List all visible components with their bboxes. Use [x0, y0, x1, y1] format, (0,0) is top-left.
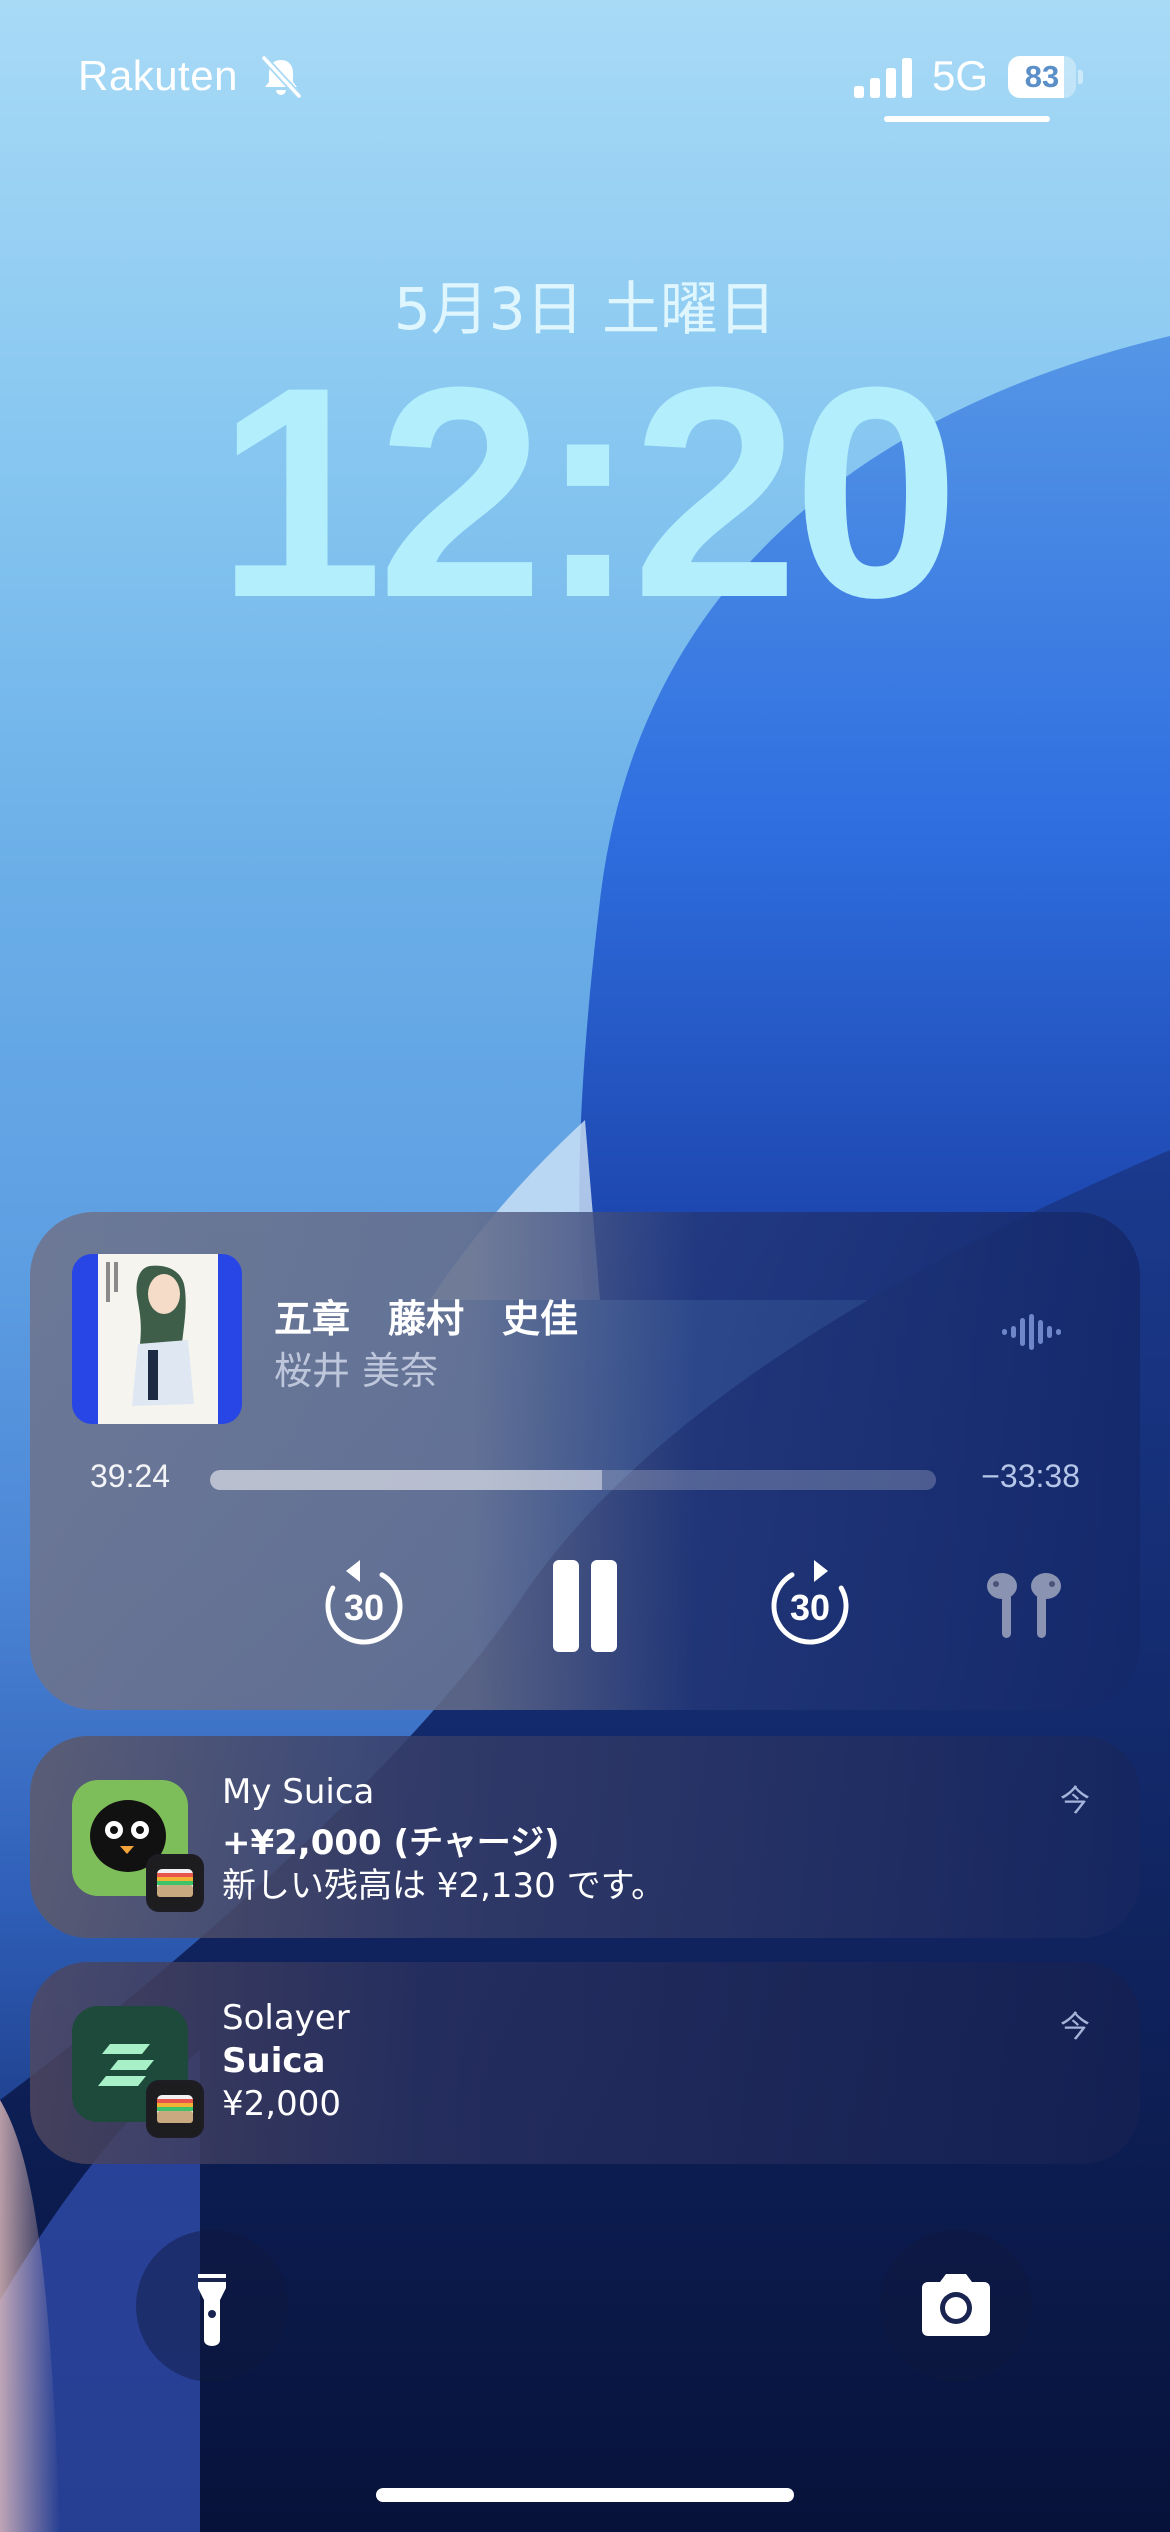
wallet-icon [146, 1854, 204, 1912]
notification-subtitle: Suica [222, 2041, 326, 2081]
wallet-icon [146, 2080, 204, 2138]
battery-nub [1078, 70, 1083, 84]
notification-body: ¥2,000 [222, 2084, 341, 2124]
battery-body: 83 [1008, 56, 1076, 98]
signal-icon [854, 58, 912, 98]
suica-app-icon [72, 1780, 204, 1912]
notification-title: My Suica [222, 1772, 375, 1812]
elapsed-time: 39:24 [90, 1458, 171, 1494]
home-indicator[interactable] [376, 2488, 794, 2502]
notification-title: Solayer [222, 1998, 350, 2038]
waveform-icon[interactable] [1002, 1312, 1066, 1352]
playback-progress [210, 1470, 603, 1490]
carrier-name: Rakuten [78, 52, 238, 99]
notification-time: 今 [1060, 1784, 1090, 1819]
network-type: 5G [932, 52, 989, 99]
notification-time: 今 [1060, 2010, 1090, 2045]
remaining-time: −33:38 [981, 1458, 1080, 1494]
solayer-app-icon [72, 2006, 204, 2138]
bell-slash-icon [261, 55, 302, 99]
album-artwork[interactable] [72, 1254, 242, 1424]
skip-forward-30-icon[interactable]: 30 [762, 1558, 858, 1654]
lock-clock: 12:20 [216, 324, 959, 660]
notification-body: 新しい残高は ¥2,130 です。 [222, 1866, 666, 1906]
control-center-indicator[interactable] [884, 116, 1050, 122]
notification-my-suica[interactable]: My Suica +¥2,000 (チャージ) 新しい残高は ¥2,130 です… [30, 1736, 1140, 1938]
artwork-cover [98, 1254, 218, 1424]
camera-button[interactable] [880, 2230, 1032, 2382]
notification-solayer[interactable]: Solayer Suica ¥2,000 今 [30, 1962, 1140, 2164]
skip-back-label: 30 [344, 1587, 384, 1628]
artwork-illustration [106, 1262, 194, 1406]
pause-icon[interactable] [533, 1554, 637, 1658]
battery-icon: 83 [1008, 56, 1084, 98]
airpods-icon[interactable] [982, 1566, 1066, 1642]
lock-screen: Rakuten 5G 83 5月3日 土曜日 12:20 五章 藤村 史佳 桜井… [0, 0, 1170, 2532]
camera-icon [922, 2274, 990, 2336]
skip-forward-label: 30 [790, 1587, 830, 1628]
track-title: 五章 藤村 史佳 [274, 1297, 579, 1341]
skip-back-30-icon[interactable]: 30 [316, 1558, 412, 1654]
playback-scrubber[interactable] [210, 1470, 936, 1490]
flashlight-icon [198, 2274, 226, 2346]
status-bar: Rakuten 5G 83 [0, 0, 1170, 130]
notification-subtitle: +¥2,000 (チャージ) [222, 1823, 560, 1863]
battery-percent: 83 [1024, 59, 1060, 94]
flashlight-button[interactable] [136, 2230, 288, 2382]
now-playing-widget[interactable]: 五章 藤村 史佳 桜井 美奈 39:24 −33:38 30 30 [30, 1212, 1140, 1710]
track-artist: 桜井 美奈 [274, 1349, 439, 1393]
